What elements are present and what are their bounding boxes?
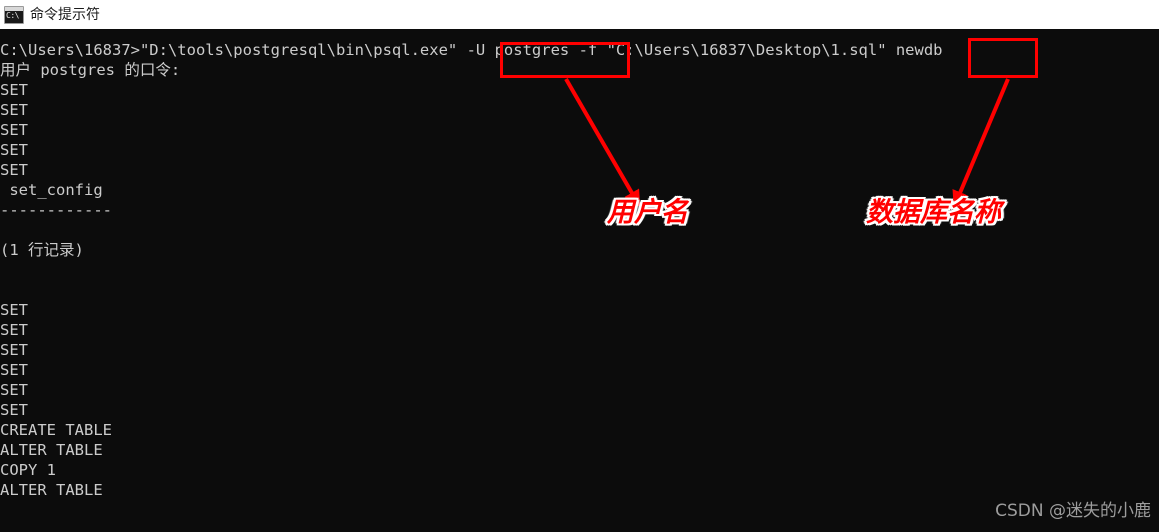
console-line: SET bbox=[0, 161, 28, 179]
console-line: SET bbox=[0, 401, 28, 419]
console-line: C:\Users\16837>"D:\tools\postgresql\bin\… bbox=[0, 41, 943, 59]
console-line: SET bbox=[0, 101, 28, 119]
console-line: ALTER TABLE bbox=[0, 441, 103, 459]
console-line: SET bbox=[0, 301, 28, 319]
console-line: COPY 1 bbox=[0, 461, 56, 479]
console-line: SET bbox=[0, 381, 28, 399]
console-line: SET bbox=[0, 321, 28, 339]
console-line: ------------ bbox=[0, 201, 112, 219]
console-line: CREATE TABLE bbox=[0, 421, 112, 439]
console-output: C:\Users\16837>"D:\tools\postgresql\bin\… bbox=[0, 40, 1159, 520]
console-line: 用户 postgres 的口令: bbox=[0, 61, 181, 79]
console-line: set_config bbox=[0, 181, 103, 199]
cmd-console-icon: C:\ bbox=[4, 5, 24, 24]
window-title: 命令提示符 bbox=[30, 6, 100, 23]
console-line: SET bbox=[0, 121, 28, 139]
window-titlebar: C:\ 命令提示符 bbox=[0, 0, 1159, 29]
console-line: ALTER TABLE bbox=[0, 481, 103, 499]
screenshot-root: C:\ 命令提示符 C:\Users\16837>"D:\tools\postg… bbox=[0, 0, 1159, 532]
console-line: SET bbox=[0, 81, 28, 99]
cmd-icon-glyph: C:\ bbox=[6, 10, 19, 20]
console-line: SET bbox=[0, 141, 28, 159]
console-line: SET bbox=[0, 361, 28, 379]
terminal-console[interactable]: C:\Users\16837>"D:\tools\postgresql\bin\… bbox=[0, 29, 1159, 532]
console-line: SET bbox=[0, 341, 28, 359]
console-line: (1 行记录) bbox=[0, 241, 84, 259]
